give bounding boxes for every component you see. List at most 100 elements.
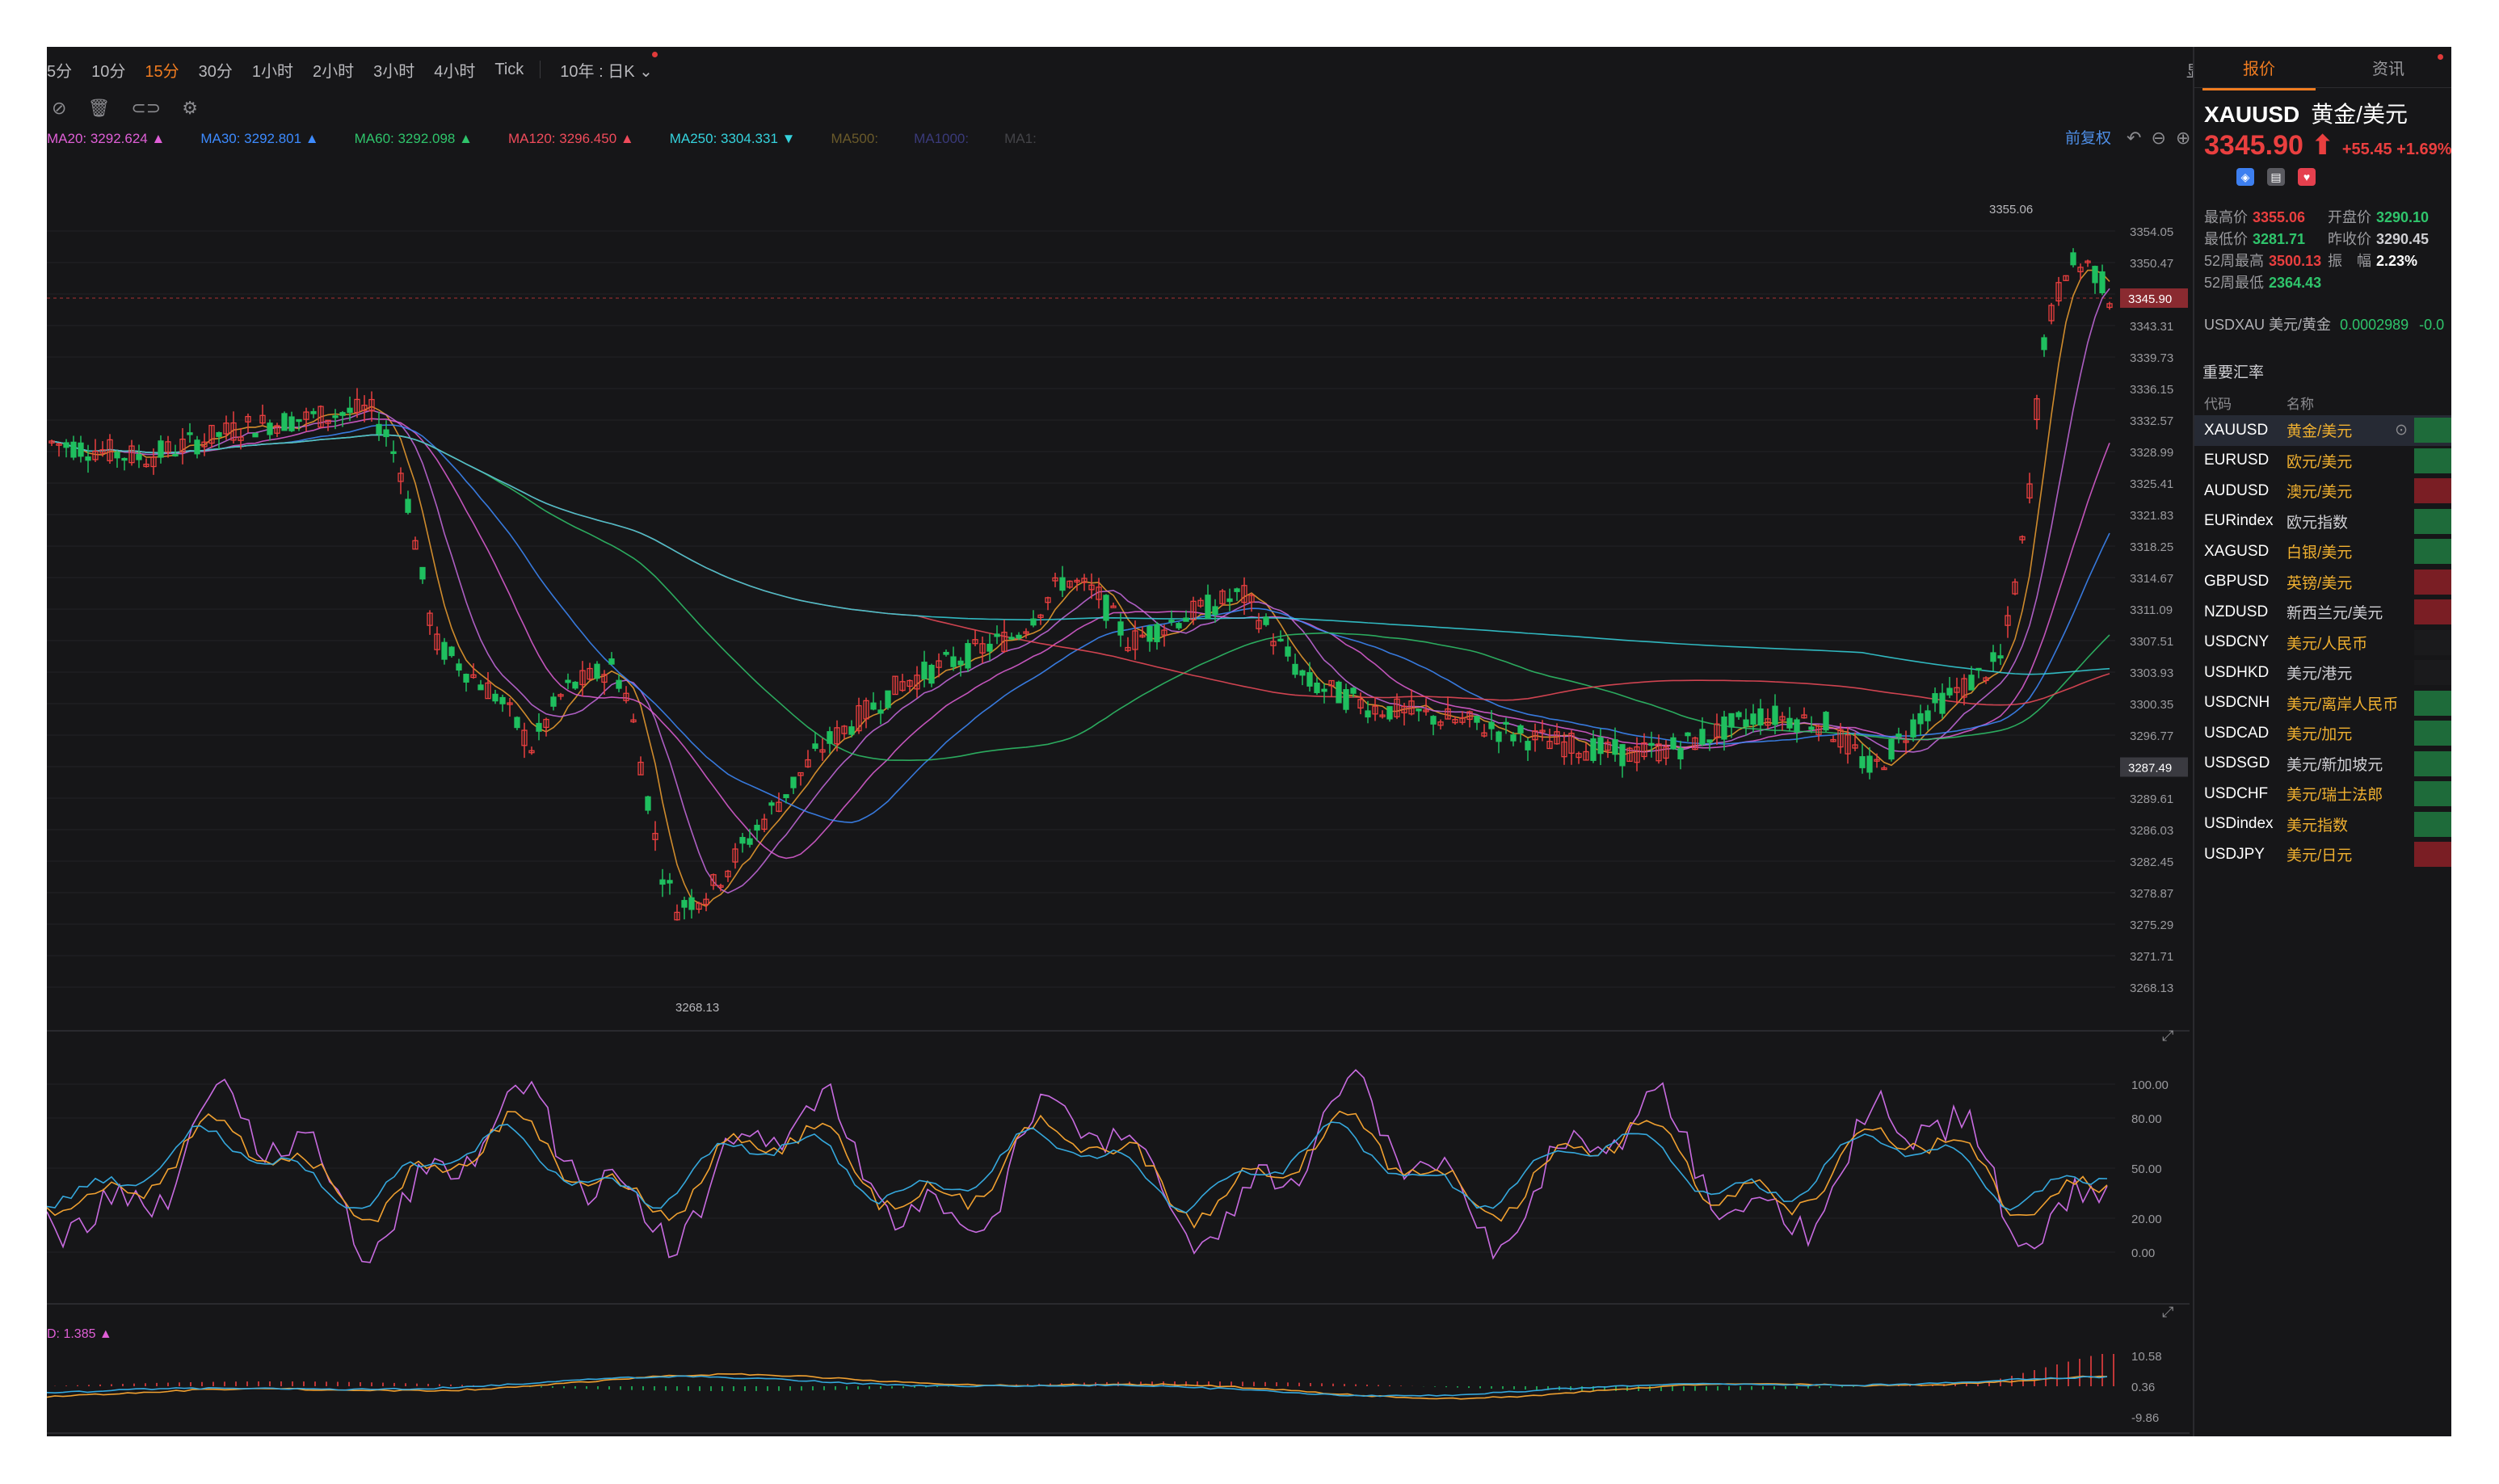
rate-row[interactable]: USDHKD 美元/港元 — [2194, 658, 2451, 688]
rate-code: USDindex — [2204, 815, 2274, 833]
candle-body — [768, 802, 775, 806]
tab-news[interactable]: 资讯 — [2324, 53, 2451, 79]
candle-body — [1183, 617, 1189, 622]
candle-body — [1386, 706, 1393, 720]
candle-body — [2099, 271, 2106, 294]
low-label: 3268.13 — [675, 1001, 719, 1015]
rate-row[interactable]: AUDUSD 澳元/美元 — [2194, 476, 2451, 507]
rate-name: 美元/瑞士法郎 — [2287, 787, 2383, 805]
rate-row[interactable]: USDCAD 美元/加元 — [2194, 718, 2451, 749]
ma-legend-item[interactable]: MA120: 3296.450 ▲ — [508, 131, 634, 147]
y-tick-label: 3275.29 — [2130, 919, 2173, 932]
timeframe-5[interactable]: 2小时 — [313, 58, 354, 82]
rate-row[interactable]: USDCNY 美元/人民币 — [2194, 628, 2451, 658]
candle-body — [136, 453, 142, 460]
alert-icon[interactable]: ◈ — [2236, 168, 2254, 186]
y-tick-label: 80.00 — [2131, 1112, 2162, 1126]
zoom-in-icon[interactable]: ⊕ — [2176, 128, 2190, 149]
timeframe-8[interactable]: Tick — [494, 61, 524, 79]
rate-row[interactable]: EURindex 欧元指数 — [2194, 507, 2451, 537]
timeframe-4[interactable]: 1小时 — [252, 58, 293, 82]
y-tick-label: 3286.03 — [2130, 824, 2173, 838]
arrow-up-icon: ⬆ — [2311, 130, 2334, 161]
candle-body — [1997, 655, 2004, 659]
delete-icon[interactable]: 🗑 — [87, 99, 110, 117]
undo-redo: ↶ ⊖ ⊕ — [2127, 128, 2190, 149]
rate-name: 美元指数 — [2287, 817, 2349, 834]
symbol-name: 黄金/美元 — [2311, 102, 2409, 127]
rate-row[interactable]: NZDUSD 新西兰元/美元 — [2194, 597, 2451, 628]
stat-label: 昨收价 — [2328, 230, 2371, 247]
rate-row[interactable]: EURUSD 欧元/美元 — [2194, 446, 2451, 477]
candle-body — [267, 422, 273, 435]
timeframe-3[interactable]: 30分 — [199, 58, 233, 82]
candle-body — [1146, 625, 1153, 642]
zoom-out-icon[interactable]: ⊖ — [2151, 128, 2165, 149]
candle-body — [1299, 670, 1306, 676]
candle-body — [376, 423, 382, 435]
candle-body — [514, 717, 520, 729]
rate-row[interactable]: USDCNH 美元/离岸人民币 — [2194, 688, 2451, 719]
timeframe-0[interactable]: 5分 — [47, 58, 72, 82]
candle-body — [1168, 620, 1175, 623]
rate-code: USDCNY — [2204, 633, 2270, 651]
rate-row[interactable]: USDJPY 美元/日元 — [2194, 839, 2451, 870]
rate-row[interactable]: GBPUSD 英镑/美元 — [2194, 567, 2451, 598]
timeframe-6[interactable]: 3小时 — [373, 58, 414, 82]
ma-legend-item[interactable]: MA60: 3292.098 ▲ — [355, 131, 473, 147]
candle-body — [441, 641, 448, 660]
ma-legend-item[interactable]: MA30: 3292.801 ▲ — [200, 131, 318, 147]
y-tick-label: 3314.67 — [2130, 572, 2173, 586]
chart-area[interactable]: D: 1.385 ▲ 58.383 ▲ 3354.053350.473346.8… — [47, 152, 2190, 1436]
ma-legend-item[interactable]: MA1: — [1004, 131, 1037, 147]
symbol-badges: ◈ ▤ ♥ — [2236, 168, 2316, 186]
candle-body — [994, 633, 1000, 637]
usdxau-row[interactable]: USDXAU 美元/黄金 0.0002989 -0.0 — [2204, 313, 2444, 334]
range-selector[interactable]: 10年 : 日K ⌄ — [560, 51, 658, 82]
timeframe-2[interactable]: 15分 — [145, 58, 179, 82]
target-icon[interactable]: ⊙ — [2395, 421, 2408, 439]
ma-legend-item[interactable]: MA20: 3292.624 ▲ — [47, 131, 165, 147]
rate-code: USDJPY — [2204, 845, 2265, 863]
rate-code: USDCHF — [2204, 784, 2269, 802]
note-icon[interactable]: ▤ — [2267, 168, 2285, 186]
candle-body — [456, 663, 462, 671]
rate-row[interactable]: XAGUSD 白银/美元 — [2194, 536, 2451, 567]
candle-body — [550, 696, 557, 707]
timeframe-7[interactable]: 4小时 — [434, 58, 475, 82]
tab-quote[interactable]: 报价 — [2194, 56, 2324, 90]
stat-value: 2.23% — [2376, 252, 2418, 269]
ma-legend-item[interactable]: MA250: 3304.331 ▼ — [670, 131, 796, 147]
rate-code: GBPUSD — [2204, 573, 2270, 591]
candle-body — [1794, 719, 1800, 733]
gear-icon[interactable]: ⚙ — [182, 99, 198, 117]
undo-icon[interactable]: ↶ — [2127, 128, 2141, 149]
candle-body — [790, 776, 797, 788]
candle-body — [1772, 705, 1778, 725]
adjust-button[interactable]: 前复权 — [2065, 126, 2111, 148]
candle-body — [1895, 734, 1902, 738]
hide-drawings-icon[interactable]: ⊘ — [52, 99, 66, 117]
link-icon[interactable]: ⊂⊃ — [131, 99, 161, 117]
stat-row: 52周最低 2364.43 — [2204, 271, 2451, 292]
candle-body — [1503, 721, 1509, 725]
candle-body — [1859, 756, 1866, 768]
candle-body — [1677, 747, 1684, 759]
rate-row[interactable]: USDindex 美元指数 — [2194, 809, 2451, 840]
candle-body — [1306, 672, 1313, 687]
ma-legend-item[interactable]: MA1000: — [914, 131, 969, 147]
timeframe-1[interactable]: 10分 — [91, 58, 125, 82]
heart-icon[interactable]: ♥ — [2298, 168, 2316, 186]
last-price: 3345.90 ⬆ +55.45 +1.69% — [2204, 129, 2451, 162]
app-window: 5分10分15分30分1小时2小时3小时4小时Tick10年 : 日K ⌄ 显示… — [47, 47, 2451, 1436]
stat-label: 52周最低 — [2204, 274, 2265, 291]
rate-name: 英镑/美元 — [2287, 574, 2353, 592]
ma-legend-item[interactable]: MA500: — [831, 131, 878, 147]
candle-body — [1975, 667, 1982, 671]
candle-body — [70, 441, 77, 458]
candle-body — [85, 456, 91, 461]
stat-label: 52周最高 — [2204, 252, 2265, 269]
rate-row[interactable]: USDSGD 美元/新加坡元 — [2194, 749, 2451, 780]
rate-row[interactable]: USDCHF 美元/瑞士法郎 — [2194, 779, 2451, 809]
rate-row[interactable]: XAUUSD 黄金/美元 ⊙ — [2194, 415, 2451, 446]
